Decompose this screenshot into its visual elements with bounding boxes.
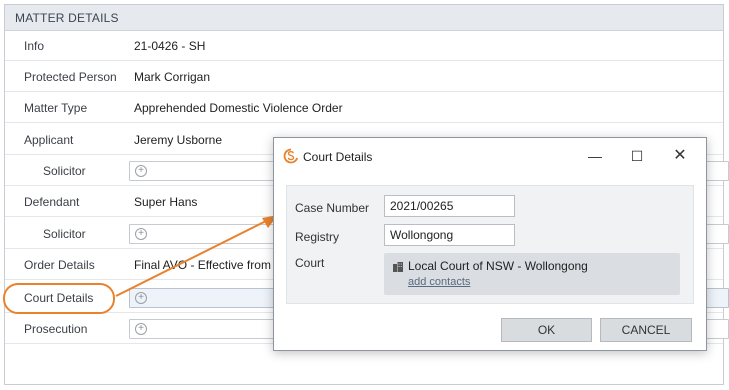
- case-number-label: Case Number: [295, 201, 370, 215]
- court-selection[interactable]: Local Court of NSW - Wollongong add cont…: [384, 253, 680, 295]
- close-icon[interactable]: ✕: [662, 144, 698, 168]
- minimize-icon[interactable]: —: [577, 144, 613, 168]
- cancel-button[interactable]: CANCEL: [600, 318, 692, 342]
- ok-button[interactable]: OK: [501, 318, 592, 342]
- registry-input[interactable]: Wollongong: [384, 224, 515, 246]
- court-name: Local Court of NSW - Wollongong: [408, 259, 588, 273]
- dialog-form: Case Number 2021/00265 Registry Wollongo…: [286, 185, 694, 304]
- case-number-input[interactable]: 2021/00265: [384, 195, 515, 217]
- registry-label: Registry: [295, 230, 340, 244]
- building-icon: [393, 262, 403, 272]
- dialog-title: Court Details: [303, 150, 373, 164]
- app-logo-icon: [283, 148, 299, 164]
- court-label: Court: [295, 256, 325, 270]
- dialog-titlebar: Court Details — ☐ ✕: [274, 138, 706, 174]
- add-contacts-link[interactable]: add contacts: [408, 276, 470, 288]
- court-details-dialog: Court Details — ☐ ✕ Case Number 2021/002…: [273, 137, 707, 351]
- maximize-icon[interactable]: ☐: [619, 144, 655, 168]
